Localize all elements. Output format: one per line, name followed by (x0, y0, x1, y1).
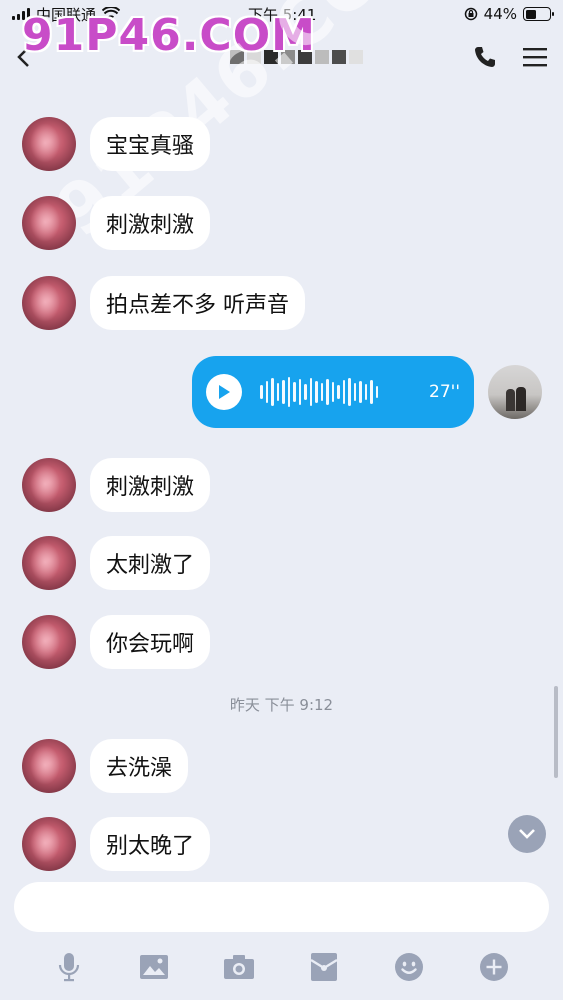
message-timestamp: 昨天 下午 9:12 (229, 696, 334, 714)
voice-message-row: 27'' (192, 356, 542, 428)
contact-avatar[interactable] (22, 536, 76, 590)
input-toolbar (0, 947, 563, 987)
scrollbar[interactable] (554, 686, 558, 778)
message-bubble[interactable]: 拍点差不多 听声音 (90, 276, 305, 330)
chevron-down-icon[interactable] (508, 815, 546, 853)
message-bubble[interactable]: 你会玩啊 (90, 615, 211, 669)
phone-icon[interactable] (473, 45, 497, 69)
header-actions (473, 45, 547, 69)
voice-duration: 27'' (429, 382, 460, 402)
menu-icon[interactable] (523, 47, 547, 67)
chat-header (0, 28, 563, 86)
status-left: 中国联通 (12, 4, 121, 25)
contact-avatar[interactable] (22, 458, 76, 512)
message-row: 拍点差不多 听声音 (22, 276, 305, 330)
plus-icon[interactable] (476, 949, 512, 985)
message-bubble[interactable]: 太刺激了 (90, 536, 211, 590)
message-row: 太刺激了 (22, 536, 211, 590)
chevron-left-icon[interactable] (16, 45, 40, 69)
message-row: 宝宝真骚 (22, 117, 211, 171)
clock: 下午 5:41 (248, 5, 317, 24)
status-right: 44% (464, 5, 554, 23)
image-icon[interactable] (136, 949, 172, 985)
voice-message-bubble[interactable]: 27'' (192, 356, 474, 428)
self-avatar[interactable] (488, 365, 542, 419)
message-input[interactable] (14, 882, 549, 932)
battery-percent: 44% (483, 5, 517, 23)
mic-icon[interactable] (51, 949, 87, 985)
input-area (0, 872, 563, 1000)
message-row: 去洗澡 (22, 739, 189, 793)
message-bubble[interactable]: 刺激刺激 (90, 196, 211, 250)
contact-avatar[interactable] (22, 817, 76, 871)
contact-avatar[interactable] (22, 739, 76, 793)
waveform-icon (260, 377, 378, 407)
contact-avatar[interactable] (22, 615, 76, 669)
contact-name-redacted (230, 50, 363, 64)
message-bubble[interactable]: 刺激刺激 (90, 458, 211, 512)
emoji-icon[interactable] (391, 949, 427, 985)
camera-icon[interactable] (221, 949, 257, 985)
message-bubble[interactable]: 宝宝真骚 (90, 117, 211, 171)
play-icon[interactable] (206, 374, 242, 410)
signal-icon (12, 8, 30, 20)
wifi-icon (102, 7, 121, 20)
status-bar: 中国联通 下午 5:41 44% (0, 0, 563, 28)
red-packet-icon[interactable] (306, 949, 342, 985)
message-row: 别太晚了 (22, 817, 211, 871)
message-row: 刺激刺激 (22, 458, 211, 512)
carrier-label: 中国联通 (36, 5, 97, 24)
message-row: 刺激刺激 (22, 196, 211, 250)
rotation-lock-icon (464, 7, 477, 21)
message-row: 你会玩啊 (22, 615, 211, 669)
message-bubble[interactable]: 去洗澡 (90, 739, 189, 793)
contact-avatar[interactable] (22, 276, 76, 330)
battery-icon (523, 7, 554, 21)
message-bubble[interactable]: 别太晚了 (90, 817, 211, 871)
contact-avatar[interactable] (22, 117, 76, 171)
contact-avatar[interactable] (22, 196, 76, 250)
